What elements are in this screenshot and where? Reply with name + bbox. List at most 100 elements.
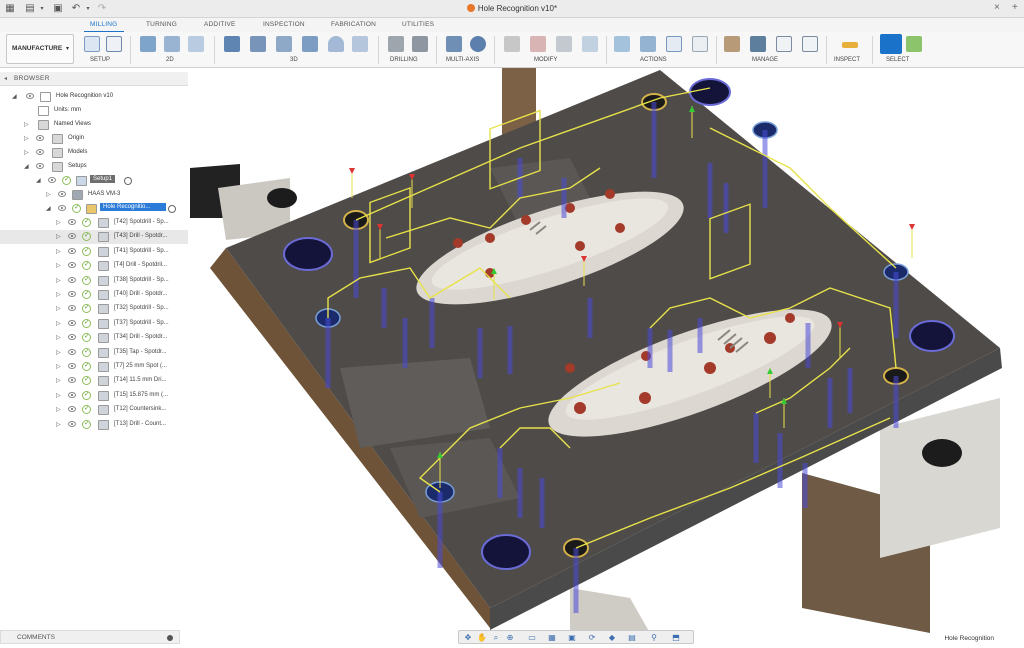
eye-icon[interactable] <box>58 191 66 197</box>
tree-setup[interactable]: ◢ Setup1 <box>0 174 188 188</box>
select-filter-icon[interactable] <box>906 36 922 52</box>
effects-icon[interactable]: ▤ <box>627 633 637 642</box>
activate-icon[interactable] <box>168 205 176 213</box>
drill-icon[interactable] <box>388 36 404 52</box>
pan-icon[interactable]: ✋ <box>477 633 487 642</box>
group-modify[interactable]: MODIFY <box>534 57 557 63</box>
3d-pocket-icon[interactable] <box>250 36 266 52</box>
operation-row[interactable]: ▷ [T12] Countersink... <box>0 403 188 417</box>
env-icon[interactable]: ◆ <box>607 633 617 642</box>
eye-icon[interactable] <box>48 177 56 183</box>
eye-icon[interactable] <box>68 348 76 355</box>
2d-pocket-icon[interactable] <box>164 36 180 52</box>
measure-icon[interactable] <box>842 42 858 48</box>
tree-named-views[interactable]: ▷ Named Views <box>0 118 188 132</box>
chevron-right-icon[interactable]: ▷ <box>56 262 61 269</box>
chevron-down-icon[interactable]: ◢ <box>36 177 41 184</box>
chevron-right-icon[interactable]: ▷ <box>56 377 61 384</box>
eye-icon[interactable] <box>36 163 44 169</box>
chevron-right-icon[interactable]: ▷ <box>56 392 61 399</box>
comments-panel[interactable]: COMMENTS <box>0 630 180 644</box>
operation-row[interactable]: ▷ [T15] 15.875 mm (... <box>0 389 188 403</box>
2d-adaptive-icon[interactable] <box>140 36 156 52</box>
eye-icon[interactable] <box>68 406 76 413</box>
contour-icon[interactable] <box>352 36 368 52</box>
comments-toggle-icon[interactable] <box>167 635 173 641</box>
nc-program-icon[interactable] <box>666 36 682 52</box>
operation-row[interactable]: ▷ [T38] Spotdrill - Sp... <box>0 274 188 288</box>
tool-library-icon[interactable] <box>724 36 740 52</box>
eye-icon[interactable] <box>68 391 76 398</box>
eye-icon[interactable] <box>36 135 44 141</box>
chevron-right-icon[interactable]: ▷ <box>56 406 61 413</box>
operation-row[interactable]: ▷ [T42] Spotdrill - Sp... <box>0 216 188 230</box>
group-manage[interactable]: MANAGE <box>752 57 778 63</box>
select-icon[interactable] <box>880 34 902 54</box>
object-vis-icon[interactable]: ⚲ <box>649 633 659 642</box>
tree-machine[interactable]: ▷ HAAS VM-3 <box>0 188 188 202</box>
tree-setups[interactable]: ◢ Setups <box>0 160 188 174</box>
chevron-right-icon[interactable]: ▷ <box>56 334 61 341</box>
fit-icon[interactable]: ⊕ <box>505 633 515 642</box>
group-setup[interactable]: SETUP <box>90 57 110 63</box>
operation-row[interactable]: ▷ [T43] Drill - Spotdr... <box>0 230 188 245</box>
3d-adaptive-icon[interactable] <box>224 36 240 52</box>
eye-icon[interactable] <box>68 305 76 312</box>
eye-icon[interactable] <box>68 247 76 254</box>
eye-icon[interactable] <box>68 262 76 269</box>
workspace-switcher[interactable]: MANUFACTURE ▾ <box>6 34 74 64</box>
chevron-right-icon[interactable]: ▷ <box>56 277 61 284</box>
scallop-icon[interactable] <box>328 36 344 52</box>
eye-icon[interactable] <box>68 377 76 384</box>
transform-icon[interactable] <box>582 36 598 52</box>
chevron-down-icon[interactable]: ◢ <box>46 205 51 212</box>
face-icon[interactable] <box>188 36 204 52</box>
steep-shallow-icon[interactable] <box>276 36 292 52</box>
collapse-icon[interactable]: ◂ <box>4 75 7 82</box>
camera-icon[interactable]: ⟳ <box>587 633 597 642</box>
eye-icon[interactable] <box>68 291 76 297</box>
new-setup-icon[interactable] <box>84 36 100 52</box>
display-icon[interactable]: ▭ <box>527 633 537 642</box>
tree-root[interactable]: ◢ Hole Recognition v10 <box>0 90 188 104</box>
eye-icon[interactable] <box>68 276 76 283</box>
eye-icon[interactable] <box>68 319 76 326</box>
chevron-right-icon[interactable]: ▷ <box>56 305 61 312</box>
group-drilling[interactable]: DRILLING <box>390 57 418 63</box>
chevron-right-icon[interactable]: ▷ <box>56 219 61 226</box>
operation-row[interactable]: ▷ [T35] Tap - Spotdr... <box>0 346 188 360</box>
group-3d[interactable]: 3D <box>290 57 298 63</box>
operation-row[interactable]: ▷ [T32] Spotdrill - Sp... <box>0 302 188 316</box>
eye-icon[interactable] <box>26 93 34 99</box>
tab-milling[interactable]: MILLING <box>90 21 117 28</box>
operation-row[interactable]: ▷ [T41] Spotdrill - Sp... <box>0 245 188 259</box>
chevron-right-icon[interactable]: ▷ <box>24 135 29 142</box>
chevron-right-icon[interactable]: ▷ <box>24 149 29 156</box>
zoom-icon[interactable]: ⌕ <box>491 633 501 642</box>
group-multi-axis[interactable]: MULTI-AXIS <box>446 57 479 63</box>
operation-row[interactable]: ▷ [T7] 25 mm Spot (... <box>0 360 188 374</box>
tree-folder[interactable]: ◢ Hole Recognitio... <box>0 202 188 216</box>
group-actions[interactable]: ACTIONS <box>640 57 667 63</box>
post-process-icon[interactable] <box>640 36 656 52</box>
tool-icon[interactable] <box>556 36 572 52</box>
chevron-right-icon[interactable]: ▷ <box>24 121 29 128</box>
setup-sheet-icon[interactable] <box>106 36 122 52</box>
group-2d[interactable]: 2D <box>166 57 174 63</box>
group-select[interactable]: SELECT <box>886 57 909 63</box>
eye-icon[interactable] <box>68 420 76 427</box>
tab-turning[interactable]: TURNING <box>146 21 177 28</box>
grid-settings-icon[interactable]: ▦ <box>547 633 557 642</box>
chevron-right-icon[interactable]: ▷ <box>56 291 61 298</box>
delete-icon[interactable] <box>530 36 546 52</box>
tab-utilities[interactable]: UTILITIES <box>402 21 434 28</box>
tree-units[interactable]: Units: mm <box>0 104 188 118</box>
3d-viewport[interactable] <box>190 68 1024 633</box>
activate-icon[interactable] <box>124 177 132 185</box>
browser-header[interactable]: ◂ BROWSER <box>0 72 188 86</box>
template-library-icon[interactable] <box>776 36 792 52</box>
add-tab-icon[interactable]: + <box>1012 2 1018 13</box>
tab-additive[interactable]: ADDITIVE <box>204 21 236 28</box>
scissors-icon[interactable] <box>504 36 520 52</box>
eye-icon[interactable] <box>58 205 66 211</box>
